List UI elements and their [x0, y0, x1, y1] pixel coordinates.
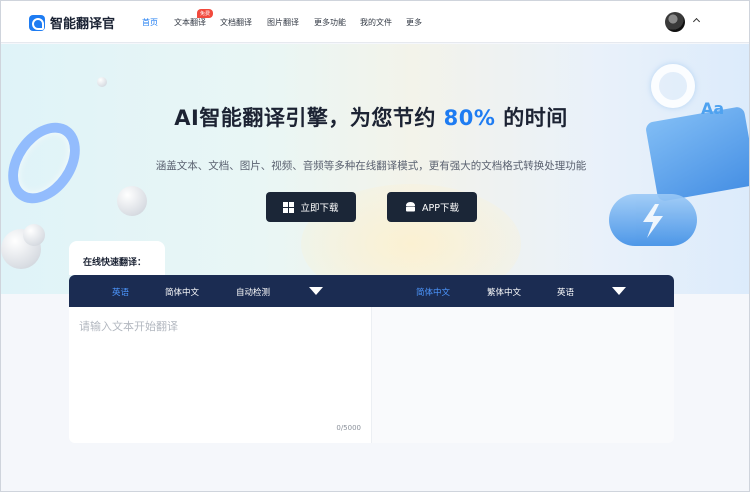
chevron-up-icon[interactable] [692, 17, 701, 26]
lightning-icon [643, 204, 663, 238]
target-lang-traditional-chinese[interactable]: 繁体中文 [487, 286, 521, 298]
nav-item-more[interactable]: 更多 [406, 17, 422, 28]
avatar[interactable] [665, 12, 685, 32]
windows-download-button[interactable]: 立即下载 [266, 192, 356, 222]
nav-item-doc-translate[interactable]: 文档翻译 [220, 17, 252, 28]
source-lang-english[interactable]: 英语 [112, 286, 129, 298]
quick-translate-label: 在线快速翻译： [83, 258, 147, 268]
app-download-button[interactable]: APP下载 [387, 192, 477, 222]
source-text-panel: 0/5000 [69, 307, 372, 443]
nav-item-home[interactable]: 首页 [142, 17, 158, 28]
app-download-label: APP下载 [422, 203, 459, 214]
nav-item-more-features[interactable]: 更多功能 [314, 17, 346, 28]
translation-output-panel [372, 307, 674, 443]
brand-name: 智能翻译官 [50, 17, 116, 32]
windows-download-label: 立即下载 [300, 203, 339, 214]
nav-item-text-translate[interactable]: 文本翻译 [174, 17, 206, 28]
target-lang-english[interactable]: 英语 [557, 286, 574, 298]
logo-icon [29, 14, 45, 31]
nav-item-my-files[interactable]: 我的文件 [360, 17, 392, 28]
top-navbar: 智能翻译官 首页 文本翻译 免费 文档翻译 图片翻译 更多功能 我的文件 更多 [1, 1, 749, 43]
source-text-input[interactable] [69, 307, 372, 417]
char-counter: 0/5000 [336, 424, 361, 432]
headline-highlight: 80% [443, 106, 496, 130]
hero-headline: AI智能翻译引擎，为您节约 80% 的时间 [174, 106, 568, 130]
free-badge: 免费 [197, 9, 214, 18]
target-lang-simplified-chinese[interactable]: 简体中文 [416, 286, 450, 298]
hero-subline: 涵盖文本、文档、图片、视频、音频等多种在线翻译模式，更有强大的文档格式转换处理功… [155, 160, 587, 172]
windows-icon [283, 201, 295, 213]
nav-item-image-translate[interactable]: 图片翻译 [267, 17, 299, 28]
sphere-decoration [23, 224, 45, 246]
brand-logo[interactable]: 智能翻译官 [29, 13, 115, 32]
language-bar: 英语 简体中文 自动检测 简体中文 繁体中文 英语 [69, 275, 674, 307]
sphere-decoration [97, 77, 107, 87]
source-lang-dropdown-icon[interactable] [309, 287, 323, 295]
sphere-decoration [117, 186, 147, 216]
target-lang-dropdown-icon[interactable] [612, 287, 626, 295]
cloud-lightning-decoration [609, 194, 697, 246]
android-icon [406, 202, 416, 212]
source-lang-auto-detect[interactable]: 自动检测 [236, 286, 270, 298]
source-lang-simplified-chinese[interactable]: 简体中文 [165, 286, 199, 298]
